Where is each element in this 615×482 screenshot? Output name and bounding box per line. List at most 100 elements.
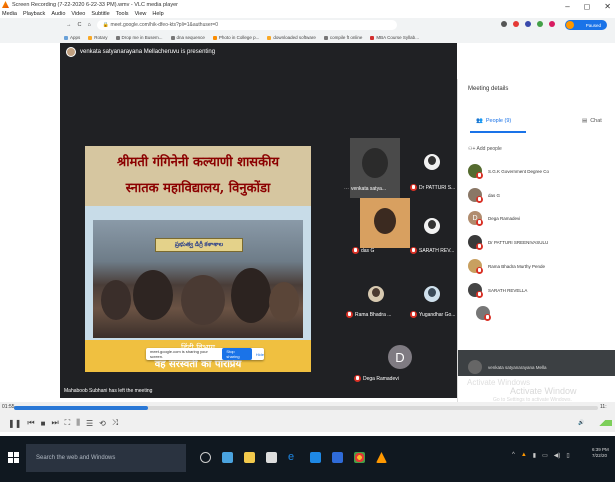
profile-button[interactable]: Paused xyxy=(565,20,607,30)
participant-tile[interactable]: D xyxy=(360,340,440,380)
edge-icon[interactable]: e xyxy=(288,452,299,463)
bookmark-item[interactable]: Rotary xyxy=(88,35,108,40)
participant-name: venkata satyanarayana Mella xyxy=(488,364,547,370)
mic-off-icon xyxy=(476,172,483,179)
chevron-up-icon[interactable]: ^ xyxy=(512,452,515,459)
avatar xyxy=(566,21,574,29)
extension-icon[interactable] xyxy=(513,21,519,27)
avatar xyxy=(66,47,76,57)
bookmark-item[interactable]: Drop me in Busem... xyxy=(115,35,163,40)
menu-media[interactable]: Media xyxy=(2,11,17,17)
slide-banner: ప్రభుత్వ డిగ్రీ కళాశాల xyxy=(155,238,243,252)
participant-tile[interactable] xyxy=(360,198,410,248)
screen-share-notice: meet.google.com is sharing your screen. … xyxy=(146,348,264,360)
list-item[interactable]: Rama Bhadra Murthy Pende xyxy=(468,259,545,274)
notification-icon[interactable]: ▯ xyxy=(566,452,569,459)
vlc-controls: ❚❚ ⏮ ■ ⏭ ⛶ ⫼ ☰ ⟲ ⤨ xyxy=(0,414,615,432)
presenter-text: venkata satyanarayana Mellacheruvu is pr… xyxy=(80,49,216,55)
presentation-slide: श्रीमती गंगिनेनी कल्याणी शासकीय स्नातक म… xyxy=(85,146,311,372)
clock-date: 7/22/20 xyxy=(592,453,608,458)
stop-sharing-button[interactable]: Stop sharing xyxy=(222,348,252,360)
tile-label: Dega Ramadevi xyxy=(354,375,399,382)
volume-icon[interactable]: 🔊 xyxy=(578,420,584,426)
list-item[interactable]: das G xyxy=(468,188,500,203)
cast-icon[interactable] xyxy=(501,21,507,27)
list-item[interactable]: venkata satyanarayana Mella xyxy=(476,306,555,321)
list-item[interactable]: Dr PATTURI SREENIVASULU xyxy=(468,235,548,250)
hide-button[interactable]: Hide xyxy=(256,352,264,357)
battery-icon[interactable]: ▭ xyxy=(542,452,548,459)
avatar: D xyxy=(468,211,483,226)
taskbar-search[interactable]: Search the web and Windows xyxy=(26,444,186,472)
home-icon[interactable]: ⌂ xyxy=(87,22,90,28)
participant-name: Dega Ramadevi xyxy=(488,215,521,221)
volume-icon[interactable]: ◀) xyxy=(554,452,561,459)
meeting-toast: Mahaboob Subhani has left the meeting xyxy=(60,384,190,398)
fullscreen-icon[interactable]: ⛶ xyxy=(65,418,71,428)
panel-title: Meeting details xyxy=(468,86,509,92)
loop-icon[interactable]: ⟲ xyxy=(99,419,106,428)
mic-off-icon xyxy=(476,243,483,250)
list-item[interactable]: SARATH REVELLA xyxy=(468,283,527,298)
menu-tools[interactable]: Tools xyxy=(116,11,129,17)
total-time: 11: xyxy=(600,404,607,410)
extension-icon[interactable] xyxy=(525,21,531,27)
tab-chat[interactable]: ▤ Chat xyxy=(582,118,602,124)
url-text: meet.google.com/hik-dfeo-kts?pli=1&authu… xyxy=(110,22,219,28)
reload-icon[interactable]: C xyxy=(78,22,82,28)
address-bar[interactable]: 🔒 meet.google.com/hik-dfeo-kts?pli=1&aut… xyxy=(96,20,397,30)
menu-playback[interactable]: Playback xyxy=(23,11,45,17)
menu-subtitle[interactable]: Subtitle xyxy=(91,11,109,17)
menu-help[interactable]: Help xyxy=(152,11,163,17)
cortana-icon[interactable] xyxy=(200,452,211,463)
network-icon[interactable]: ▮ xyxy=(533,452,536,459)
next-icon[interactable]: ⏭ xyxy=(51,418,58,428)
extension-icon[interactable] xyxy=(549,21,555,27)
tile-label: ⋯ venkata satya... xyxy=(344,186,386,192)
bookmark-item[interactable]: MBA Course Syllab... xyxy=(370,35,419,40)
previous-icon[interactable]: ⏮ xyxy=(27,418,34,428)
shuffle-icon[interactable]: ⤨ xyxy=(112,418,118,428)
participant-name: das G xyxy=(361,247,375,254)
menu-video[interactable]: Video xyxy=(71,11,85,17)
avatar xyxy=(468,360,482,374)
extended-settings-icon[interactable]: ⫼ xyxy=(76,418,80,428)
extension-icon[interactable] xyxy=(537,21,543,27)
avatar xyxy=(468,235,483,250)
store-icon[interactable] xyxy=(266,452,277,463)
participant-name: S.G.K Government Degree Co xyxy=(488,168,550,174)
tab-people-label: People (9) xyxy=(485,118,512,124)
bookmark-item[interactable]: Photo in College p... xyxy=(212,35,259,40)
menu-audio[interactable]: Audio xyxy=(51,11,65,17)
participant-name: Dr PATTURI S... xyxy=(419,184,456,191)
bookmark-item[interactable]: downloaded software xyxy=(267,35,316,40)
menu-view[interactable]: View xyxy=(135,11,147,17)
pause-icon[interactable]: ❚❚ xyxy=(8,419,21,428)
forward-icon[interactable]: → xyxy=(66,22,72,28)
playlist-icon[interactable]: ☰ xyxy=(86,419,93,428)
avatar xyxy=(468,259,483,274)
chat-icon: ▤ xyxy=(582,118,588,124)
list-item[interactable]: S.G.K Government Degree Co xyxy=(468,164,550,179)
add-people-button[interactable]: ⚇+ Add people xyxy=(468,146,502,152)
app-icon[interactable] xyxy=(332,452,343,463)
tile-label: Dr PATTURI S... xyxy=(410,184,455,191)
task-view-icon[interactable] xyxy=(222,452,233,463)
elapsed-time: 01:55 xyxy=(2,404,15,410)
list-item[interactable]: D Dega Ramadevi xyxy=(468,211,521,226)
participant-name: venkata satyanarayana Mella xyxy=(496,310,555,316)
list-item[interactable]: venkata satyanarayana Mella xyxy=(468,360,547,374)
stop-icon[interactable]: ■ xyxy=(41,419,46,428)
bookmark-item[interactable]: Apps xyxy=(64,35,80,40)
taskbar-clock[interactable]: 6:39 PM 7/22/20 xyxy=(592,447,609,459)
tab-people[interactable]: 👥 People (9) xyxy=(476,118,511,124)
app-icon[interactable] xyxy=(310,452,321,463)
more-icon[interactable]: ⋯ xyxy=(344,186,349,192)
bookmark-item[interactable]: dna sequence xyxy=(170,35,205,40)
bookmark-item[interactable]: compile ft online xyxy=(323,35,362,40)
windows-start-icon[interactable] xyxy=(8,452,19,463)
chrome-icon[interactable] xyxy=(354,452,365,463)
volume-slider[interactable] xyxy=(592,420,612,426)
file-explorer-icon[interactable] xyxy=(244,452,255,463)
tray-app-icon[interactable]: ▲ xyxy=(521,452,527,459)
